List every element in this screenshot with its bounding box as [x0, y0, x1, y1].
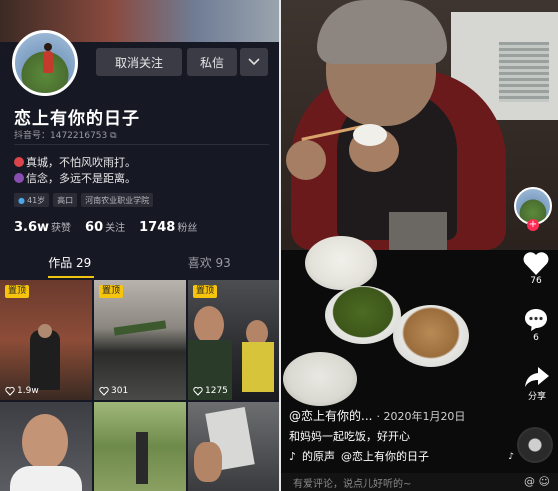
bio-line: 信念，多远不是距离。	[14, 170, 136, 186]
profile-tabs: 作品 29 喜欢 93	[0, 250, 279, 278]
music-disc-icon[interactable]	[517, 427, 553, 463]
vegetable-bowl	[325, 286, 401, 344]
comment-count: 6	[533, 333, 539, 343]
video-subject-hand	[286, 140, 326, 180]
profile-stats: 3.6w 获赞 60 关注 1748 粉丝	[14, 216, 197, 235]
video-thumbnail[interactable]: 置顶 301	[94, 280, 186, 400]
profile-nickname: 恋上有你的日子	[14, 109, 140, 129]
message-button[interactable]: 私信	[187, 48, 237, 76]
profile-avatar[interactable]	[12, 30, 78, 96]
bio-line: 真城，不怕风吹雨打。	[14, 154, 136, 170]
heart-outline-icon	[99, 386, 109, 396]
chevron-down-icon	[248, 58, 260, 66]
pinned-badge: 置顶	[5, 285, 30, 298]
tofu-bowl	[393, 305, 469, 367]
video-author[interactable]: @恋上有你的...	[289, 409, 372, 423]
active-tab-indicator	[48, 276, 94, 278]
profile-uid: 抖音号：1472216753 ⧉	[14, 131, 117, 141]
video-grid: 置顶 1.9w 置顶 301 置顶 1275	[0, 280, 279, 491]
video-thumbnail[interactable]: 置顶 1275	[188, 280, 279, 400]
location-tag: 高口	[53, 193, 78, 207]
like-button[interactable]: 76	[522, 250, 550, 286]
like-count: 76	[530, 276, 542, 286]
copy-icon[interactable]: ⧉	[110, 131, 116, 141]
video-thumbnail[interactable]	[0, 402, 92, 491]
dumpling	[353, 124, 387, 146]
divider	[14, 144, 269, 145]
age-tag: ● 41岁	[14, 193, 50, 207]
following-stat[interactable]: 60 关注	[85, 216, 125, 235]
strawberry-icon	[14, 157, 24, 167]
profile-tags: ● 41岁 高口 河南农业职业学院	[14, 193, 154, 207]
likes-stat[interactable]: 3.6w 获赞	[14, 216, 71, 235]
share-button[interactable]: 分享	[524, 365, 550, 402]
school-tag: 河南农业职业学院	[81, 193, 154, 207]
heart-outline-icon	[193, 386, 203, 396]
at-emoji-icons[interactable]: @ ☺	[524, 475, 550, 488]
person-icon: ●	[18, 195, 25, 205]
pinned-badge: 置顶	[99, 285, 124, 298]
stool	[389, 212, 447, 252]
grapes-icon	[14, 173, 24, 183]
pinned-badge: 置顶	[193, 285, 218, 298]
share-icon	[525, 367, 549, 387]
video-player[interactable]: + 76 6 分享 ♪ @恋上有你的... · 2020年1月20日 和妈妈一起吃…	[281, 0, 558, 491]
video-thumbnail[interactable]: 置顶 1.9w	[0, 280, 92, 400]
follow-plus-icon[interactable]: +	[527, 219, 539, 231]
like-count: 1.9w	[5, 386, 39, 396]
more-button[interactable]	[240, 48, 268, 76]
video-date: · 2020年1月20日	[376, 410, 466, 423]
unfollow-button[interactable]: 取消关注	[96, 48, 182, 76]
like-count: 301	[99, 386, 128, 396]
like-count: 1275	[193, 386, 228, 396]
video-thumbnail[interactable]	[94, 402, 186, 491]
tiktok-music-icon: ♪	[289, 449, 297, 463]
fans-stat[interactable]: 1748 粉丝	[139, 216, 197, 235]
music-info[interactable]: ♪ 的原声 @恋上有你的日子	[289, 448, 429, 464]
music-note-icon: ♪	[508, 452, 514, 462]
soup-bowl	[283, 352, 357, 406]
video-subject-hair	[317, 0, 447, 64]
comment-input[interactable]: 有爱评论，说点儿好听的~ @ ☺	[281, 473, 558, 491]
comment-icon	[525, 309, 547, 331]
heart-outline-icon	[5, 386, 15, 396]
profile-panel: 取消关注 私信 恋上有你的日子 抖音号：1472216753 ⧉ 真城，不怕风吹…	[0, 0, 279, 491]
video-caption: 和妈妈一起吃饭，好开心	[289, 430, 410, 443]
video-author-line: @恋上有你的... · 2020年1月20日	[289, 407, 465, 424]
video-thumbnail[interactable]	[188, 402, 279, 491]
tab-likes[interactable]: 喜欢 93	[140, 250, 280, 278]
rice-bowl	[305, 236, 377, 290]
share-label: 分享	[527, 392, 546, 402]
heart-icon	[523, 252, 549, 275]
comment-button[interactable]: 6	[523, 307, 549, 343]
tab-works[interactable]: 作品 29	[0, 250, 140, 278]
